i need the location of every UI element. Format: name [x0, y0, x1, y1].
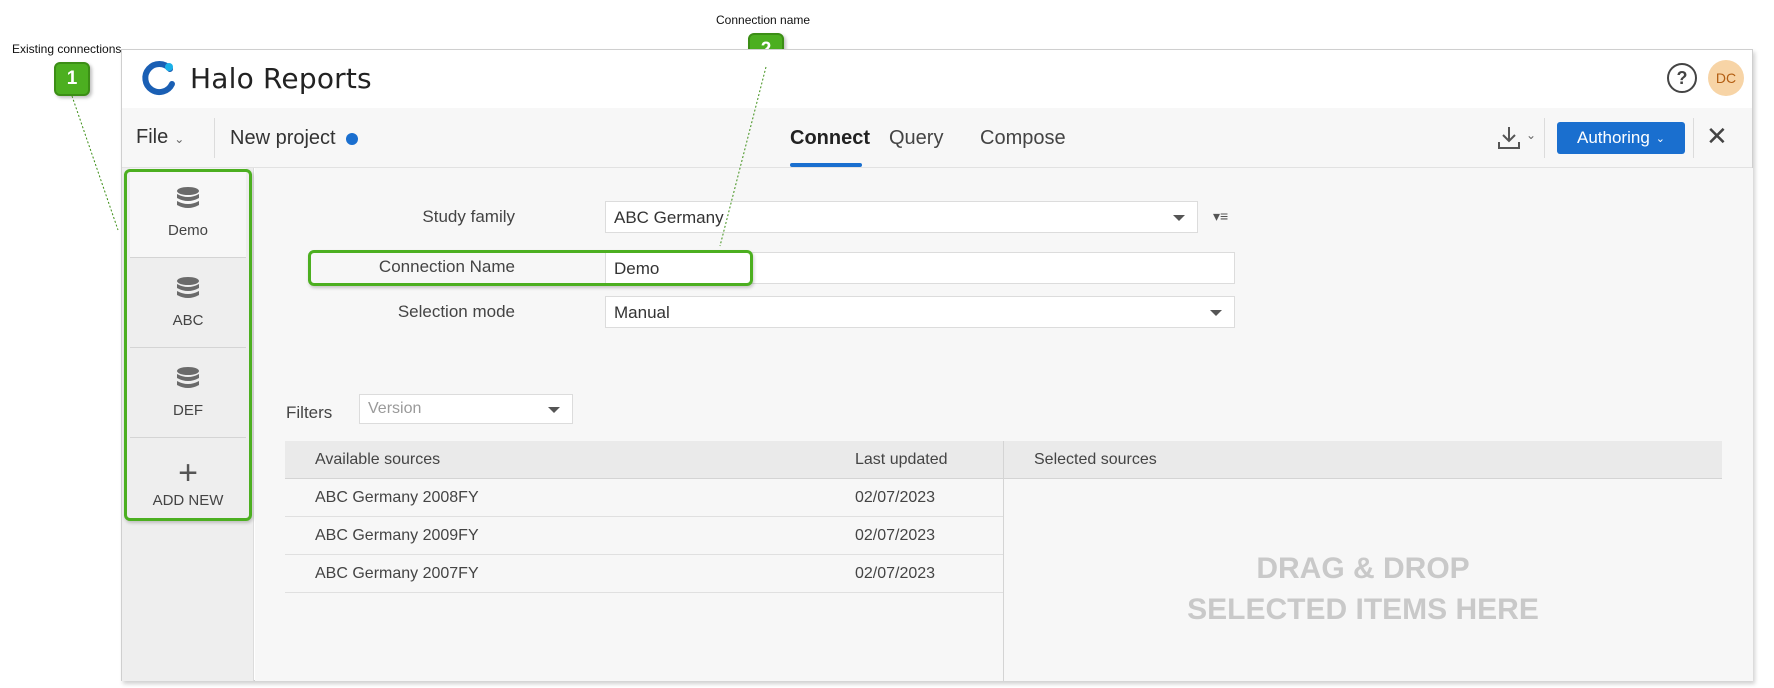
source-name: ABC Germany 2007FY	[315, 565, 479, 582]
available-sources-table: Available sources Last updated ABC Germa…	[285, 441, 1003, 593]
selection-mode-label: Selection mode	[397, 302, 515, 321]
version-filter-select[interactable]: Version	[359, 394, 573, 424]
toolbar-divider	[1693, 118, 1694, 158]
file-menu[interactable]: File ⌄	[136, 126, 184, 149]
callout-label-existing-connections: Existing connections	[12, 42, 122, 56]
avatar[interactable]: DC	[1708, 60, 1744, 96]
project-name[interactable]: New project	[230, 127, 336, 150]
connect-panel: Study family ABC Germany ▾≡ Connection N…	[255, 168, 1753, 681]
existing-connections-highlight	[124, 169, 252, 521]
drop-zone-line-2: SELECTED ITEMS HERE	[1187, 593, 1539, 626]
chevron-down-icon: ⌄	[1655, 132, 1665, 145]
source-date: 02/07/2023	[855, 527, 936, 544]
callout-badge-1: 1	[54, 62, 90, 96]
file-menu-label: File	[136, 126, 169, 148]
study-family-select[interactable]: ABC Germany	[605, 201, 1198, 233]
source-date: 02/07/2023	[855, 489, 936, 506]
tab-compose[interactable]: Compose	[980, 127, 1066, 150]
table-row[interactable]: ABC Germany 2009FY 02/07/2023	[285, 517, 1003, 555]
toolbar: File ⌄ New project Connect Query Compose …	[122, 108, 1752, 168]
drop-zone-line-1: DRAG & DROP	[1256, 552, 1470, 585]
selection-mode-value: Manual	[614, 303, 670, 322]
download-chevron-down-icon[interactable]: ⌄	[1526, 128, 1536, 142]
caret-down-icon	[1173, 215, 1185, 221]
caret-down-icon	[548, 407, 560, 413]
help-icon[interactable]: ?	[1667, 63, 1697, 93]
source-name: ABC Germany 2009FY	[315, 527, 479, 544]
tab-connect[interactable]: Connect	[790, 127, 870, 150]
drop-zone[interactable]: DRAG & DROP SELECTED ITEMS HERE	[1004, 548, 1722, 630]
active-tab-underline	[790, 163, 862, 167]
halo-logo-icon	[142, 61, 175, 96]
app-window: Halo Reports ? DC File ⌄ New project Conn…	[121, 49, 1753, 681]
toolbar-divider	[214, 118, 215, 158]
app-title: Halo Reports	[190, 62, 372, 95]
filters-label: Filters	[286, 403, 333, 422]
close-icon[interactable]: ✕	[1706, 123, 1728, 149]
chevron-down-icon: ⌄	[174, 132, 185, 146]
tab-query[interactable]: Query	[889, 127, 943, 150]
study-family-value: ABC Germany	[614, 208, 724, 227]
page: Existing connections 1 Connection name 2…	[0, 0, 1774, 688]
unsaved-indicator	[346, 133, 358, 145]
selection-mode-select[interactable]: Manual	[605, 296, 1235, 328]
column-header-last-updated[interactable]: Last updated	[855, 451, 948, 469]
selected-sources-header: Selected sources	[1004, 441, 1722, 479]
callout-label-connection-name: Connection name	[716, 13, 811, 27]
table-header: Available sources Last updated	[285, 441, 1003, 479]
authoring-label: Authoring	[1577, 128, 1650, 147]
table-row[interactable]: ABC Germany 2007FY 02/07/2023	[285, 555, 1003, 593]
caret-down-icon	[1210, 310, 1222, 316]
connections-sidebar: Demo ABC DEF + ADD NEW	[122, 168, 254, 681]
source-name: ABC Germany 2008FY	[315, 489, 479, 506]
authoring-button[interactable]: Authoring ⌄	[1557, 122, 1685, 154]
selected-sources-title: Selected sources	[1034, 451, 1157, 468]
study-family-label: Study family	[422, 207, 515, 226]
filter-list-icon[interactable]: ▾≡	[1213, 208, 1228, 225]
version-placeholder: Version	[368, 400, 422, 417]
table-row[interactable]: ABC Germany 2008FY 02/07/2023	[285, 479, 1003, 517]
toolbar-divider	[1544, 118, 1545, 158]
source-date: 02/07/2023	[855, 565, 936, 582]
connection-name-highlight	[308, 250, 753, 286]
app-header: Halo Reports ? DC	[122, 50, 1752, 108]
column-header-available-sources[interactable]: Available sources	[315, 451, 440, 469]
download-icon[interactable]	[1497, 125, 1521, 151]
